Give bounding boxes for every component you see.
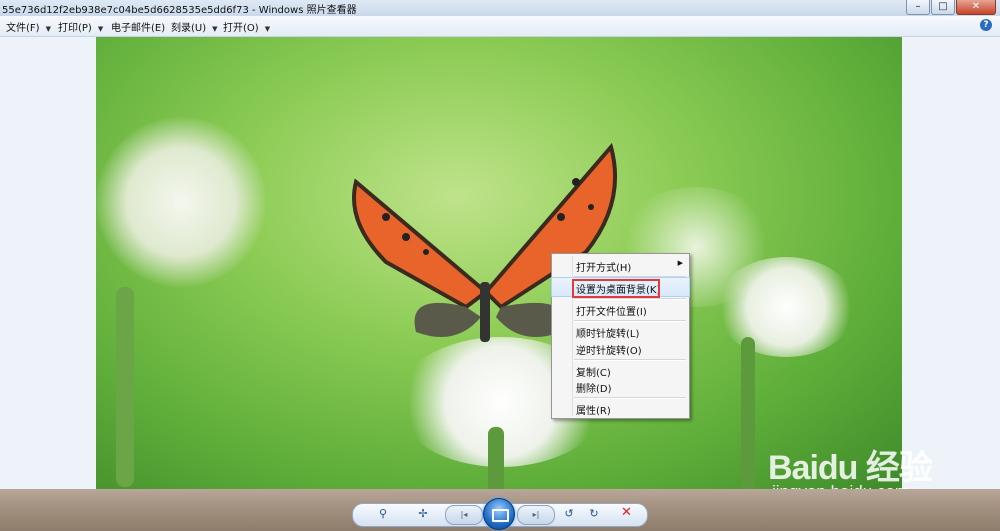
menu-file-label: 文件(F) bbox=[6, 23, 40, 34]
menu-print[interactable]: 打印(P) ▼ bbox=[58, 19, 103, 34]
menu-open-label: 打开(O) bbox=[223, 23, 259, 34]
menu-rotate-counterclockwise[interactable]: 逆时针旋转(O) bbox=[552, 339, 689, 357]
menu-rotate-clockwise[interactable]: 顺时针旋转(L) bbox=[552, 322, 689, 340]
menu-rotate-clockwise-label: 顺时针旋转(L) bbox=[576, 329, 640, 340]
menu-open-with[interactable]: 打开方式(H) ▶ bbox=[552, 256, 689, 274]
dropdown-arrow-icon: ▼ bbox=[264, 25, 271, 33]
dropdown-arrow-icon: ▼ bbox=[45, 25, 51, 33]
flower-left-image bbox=[96, 117, 266, 287]
close-button[interactable]: ✕ bbox=[956, 0, 996, 15]
delete-icon[interactable]: ✕ bbox=[621, 505, 632, 520]
menu-open-with-label: 打开方式(H) bbox=[576, 263, 632, 274]
menu-burn[interactable]: 刻录(U) ▼ bbox=[171, 19, 218, 34]
rotate-counterclockwise-icon[interactable]: ↺ bbox=[561, 506, 577, 522]
stem-left-image bbox=[116, 287, 134, 487]
menu-email-label: 电子邮件(E) bbox=[111, 23, 166, 34]
zoom-icon[interactable]: ⚲ bbox=[372, 506, 394, 522]
rotate-clockwise-icon[interactable]: ↻ bbox=[586, 506, 602, 522]
menu-properties-label: 属性(R) bbox=[576, 406, 611, 417]
stem-center-image bbox=[488, 427, 504, 489]
menu-email[interactable]: 电子邮件(E) bbox=[111, 19, 165, 34]
title-bar: 55e736d12f2eb938e7c04be5d6628535e5dd6f73… bbox=[0, 0, 1000, 17]
menu-open-file-location-label: 打开文件位置(I) bbox=[576, 307, 647, 318]
menu-burn-label: 刻录(U) bbox=[171, 23, 207, 34]
menu-set-desktop-background[interactable]: 设置为桌面背景(K) bbox=[551, 277, 690, 298]
highlight-annotation bbox=[572, 279, 660, 298]
next-button[interactable]: ▸| bbox=[517, 505, 555, 525]
window-controls: – □ ✕ bbox=[906, 0, 996, 15]
flower-right-image bbox=[716, 257, 856, 357]
submenu-arrow-icon: ▶ bbox=[677, 259, 683, 267]
context-menu: 打开方式(H) ▶ 设置为桌面背景(K) 打开文件位置(I) 顺时针旋转(L) … bbox=[551, 253, 690, 419]
minimize-button[interactable]: – bbox=[906, 0, 930, 15]
menu-open[interactable]: 打开(O) ▼ bbox=[223, 19, 270, 34]
window-title: 55e736d12f2eb938e7c04be5d6628535e5dd6f73… bbox=[2, 5, 357, 16]
previous-button[interactable]: |◂ bbox=[445, 505, 483, 525]
menu-print-label: 打印(P) bbox=[58, 23, 92, 34]
dropdown-arrow-icon: ▼ bbox=[97, 25, 104, 33]
menu-file[interactable]: 文件(F) ▼ bbox=[6, 19, 51, 34]
menu-rotate-counterclockwise-label: 逆时针旋转(O) bbox=[576, 346, 642, 357]
menu-delete[interactable]: 删除(D) bbox=[552, 377, 689, 395]
menu-open-file-location[interactable]: 打开文件位置(I) bbox=[552, 300, 689, 318]
menu-delete-label: 删除(D) bbox=[576, 384, 612, 395]
menu-properties[interactable]: 属性(R) bbox=[552, 399, 689, 417]
dropdown-arrow-icon: ▼ bbox=[212, 25, 218, 33]
slideshow-button[interactable] bbox=[483, 498, 515, 530]
stem-right-image bbox=[741, 337, 755, 489]
maximize-button[interactable]: □ bbox=[931, 0, 955, 15]
help-icon[interactable]: ? bbox=[980, 19, 992, 31]
photo-view[interactable] bbox=[96, 37, 902, 489]
actual-size-icon[interactable]: ✢ bbox=[414, 506, 432, 522]
menu-bar: 文件(F) ▼ 打印(P) ▼ 电子邮件(E) 刻录(U) ▼ 打开(O) ▼ ? bbox=[0, 16, 1000, 37]
